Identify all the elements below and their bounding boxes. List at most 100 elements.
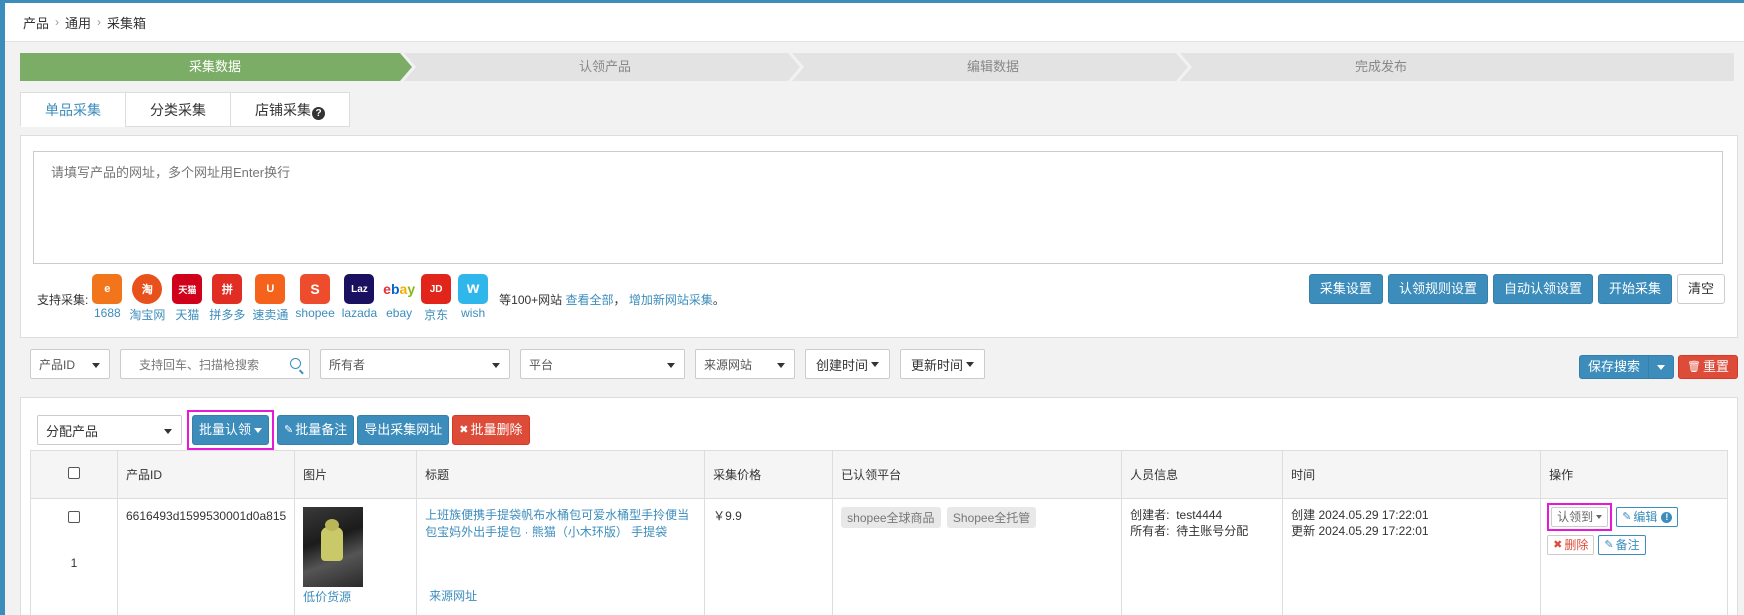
caret-down-icon	[164, 429, 172, 434]
alert-icon: !	[1661, 511, 1673, 523]
platform-name: shopee	[295, 306, 335, 320]
collect-settings-button[interactable]: 采集设置	[1308, 274, 1383, 304]
close-icon: ✖	[1553, 539, 1563, 551]
step-collect-data: 采集数据	[188, 59, 241, 74]
delete-label: 删除	[1564, 538, 1589, 552]
batch-delete-button[interactable]: ✖ 批量删除	[452, 415, 530, 445]
platform-select[interactable]: 平台	[520, 349, 685, 379]
reset-button[interactable]: 🗑 重置	[1678, 355, 1738, 379]
updated-time-label: 更新时间	[911, 357, 964, 373]
row-checkbox[interactable]	[68, 511, 80, 523]
creator-line: 创建者: test4444	[1130, 507, 1274, 523]
owner-label: 所有者:	[1130, 524, 1170, 538]
assign-product-select[interactable]: 分配产品	[37, 415, 182, 445]
delete-button[interactable]: ✖ 删除	[1547, 535, 1595, 555]
platform-name: 速卖通	[252, 308, 289, 322]
col-image: 图片	[294, 450, 418, 499]
claim-rules-button[interactable]: 认领规则设置	[1387, 274, 1488, 304]
edit-button[interactable]: ✎ 编辑!	[1616, 507, 1679, 527]
end-text: 。	[712, 293, 725, 307]
platform-taobao[interactable]: 淘 淘宝网	[129, 274, 165, 323]
platform-aliexpress[interactable]: U 速卖通	[252, 274, 288, 323]
url-input[interactable]	[33, 151, 1723, 264]
search-input[interactable]: 支持回车、扫描枪搜索	[120, 349, 310, 379]
people-cell: 创建者: test4444 所有者: 待主账号分配	[1121, 498, 1284, 615]
batch-note-label: 批量备注	[295, 422, 348, 437]
platform-shopee[interactable]: S shopee	[295, 274, 335, 320]
source-url-link[interactable]: 来源网址	[429, 587, 477, 604]
chevron-right-icon: ›	[97, 15, 102, 29]
batch-note-button[interactable]: ✎ 批量备注	[277, 415, 355, 445]
batch-claim-button[interactable]: 批量认领	[192, 415, 270, 445]
platform-pinduoduo[interactable]: 拼 拼多多	[209, 274, 245, 323]
chevron-right-icon: ›	[55, 15, 60, 29]
tab-category-collect[interactable]: 分类采集	[125, 92, 231, 127]
platform-tmall[interactable]: 天猫 天猫	[172, 274, 203, 323]
taobao-icon: 淘	[132, 274, 163, 304]
left-accent-line	[0, 0, 5, 615]
separator-text: ，	[613, 293, 626, 307]
search-placeholder: 支持回车、扫描枪搜索	[139, 357, 260, 372]
row-actions: 认领到 ✎ 编辑! ✖ 删除 ✎ 备注	[1547, 503, 1719, 555]
note-button[interactable]: ✎ 备注	[1598, 535, 1646, 555]
caret-down-icon	[1657, 364, 1666, 370]
breadcrumb: 产品 › 通用 › 采集箱	[5, 3, 1744, 42]
claim-to-button[interactable]: 认领到	[1551, 507, 1609, 527]
start-collect-button[interactable]: 开始采集	[1597, 274, 1672, 304]
platform-tag: Shopee全托管	[946, 507, 1037, 528]
platform-wish[interactable]: w wish	[458, 274, 489, 320]
platform-1688[interactable]: e 1688	[92, 274, 123, 320]
table-header-row: 产品ID 图片 标题 采集价格 已认领平台 人员信息 时间 操作	[30, 450, 1728, 499]
source-site-select[interactable]: 来源网站	[695, 349, 795, 379]
product-title-link[interactable]: 上班族便携手提袋帆布水桶包可爱水桶型手拎便当包宝妈外出手提包 · 熊猫（小木环版…	[425, 507, 696, 541]
platform-select-value: 平台	[529, 357, 554, 372]
platform-name: 京东	[424, 308, 449, 322]
question-icon[interactable]: ?	[312, 107, 325, 120]
low-price-source-link[interactable]: 低价货源	[303, 588, 408, 605]
platform-name: ebay	[386, 306, 413, 320]
batch-claim-label: 批量认领	[199, 422, 252, 437]
product-id-cell: 6616493d1599530001d0a815	[116, 498, 296, 615]
created-time-dropdown[interactable]: 创建时间	[805, 349, 891, 379]
breadcrumb-item-product[interactable]: 产品	[23, 13, 49, 32]
view-all-link[interactable]: 查看全部	[566, 293, 614, 307]
tmall-icon: 天猫	[172, 274, 203, 304]
add-site-link[interactable]: 增加新网站采集	[629, 293, 713, 307]
platform-ebay[interactable]: ebay ebay	[383, 274, 415, 320]
step-edit-data: 编辑数据	[966, 59, 1019, 74]
col-time: 时间	[1282, 450, 1542, 499]
filter-actions: 保存搜索 🗑 重置	[1579, 355, 1738, 379]
row-actions-bottom: ✖ 删除 ✎ 备注	[1547, 535, 1719, 555]
select-all-checkbox[interactable]	[68, 467, 80, 479]
pinduoduo-icon: 拼	[212, 274, 243, 304]
collect-actions: 采集设置 认领规则设置 自动认领设置 开始采集 清空	[1304, 274, 1725, 304]
save-search-button[interactable]: 保存搜索	[1579, 355, 1650, 379]
tab-single-collect[interactable]: 单品采集	[20, 92, 126, 127]
clear-button[interactable]: 清空	[1676, 274, 1725, 304]
platform-lazada[interactable]: Laz lazada	[342, 274, 377, 320]
product-id-select[interactable]: 产品ID	[30, 349, 110, 379]
product-thumbnail[interactable]	[303, 507, 364, 587]
select-all-cell	[30, 450, 118, 499]
search-icon[interactable]	[290, 358, 301, 369]
save-search-dropdown-button[interactable]	[1648, 355, 1675, 379]
edit-icon: ✎	[1604, 539, 1614, 551]
more-sites-prefix: 等100+网站	[499, 293, 563, 307]
jd-icon: JD	[421, 274, 452, 304]
caret-down-icon	[254, 427, 263, 433]
export-urls-button[interactable]: 导出采集网址	[357, 415, 450, 445]
source-site-select-value: 来源网站	[704, 357, 753, 372]
claim-to-label: 认领到	[1557, 510, 1594, 524]
breadcrumb-item-general[interactable]: 通用	[65, 13, 91, 32]
caret-down-icon	[777, 363, 785, 368]
auto-claim-button[interactable]: 自动认领设置	[1492, 274, 1593, 304]
owner-select-value: 所有者	[329, 357, 366, 372]
platform-jd[interactable]: JD 京东	[421, 274, 452, 323]
creator-label: 创建者:	[1130, 508, 1170, 522]
tab-store-collect[interactable]: 店铺采集?	[230, 92, 350, 127]
tab-store-collect-label: 店铺采集	[255, 102, 311, 118]
col-actions: 操作	[1540, 450, 1728, 499]
owner-select[interactable]: 所有者	[320, 349, 510, 379]
product-list-panel: 分配产品 批量认领 ✎ 批量备注 导出采集网址 ✖ 批量删除 产品ID 图片 标题 …	[20, 397, 1738, 615]
updated-time-dropdown[interactable]: 更新时间	[900, 349, 986, 379]
